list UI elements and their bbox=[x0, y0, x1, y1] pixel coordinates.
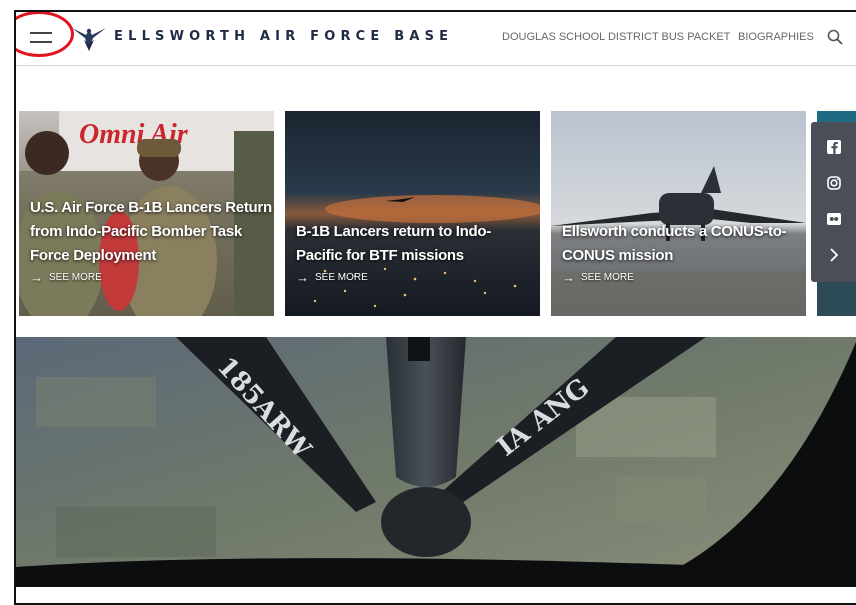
news-card-1[interactable]: Omni Air U.S. Air Force B-1B Lancers Ret… bbox=[19, 111, 274, 316]
card-1-title[interactable]: U.S. Air Force B-1B Lancers Return from … bbox=[30, 196, 272, 268]
facebook-icon[interactable] bbox=[825, 138, 843, 156]
hamburger-menu-icon[interactable] bbox=[30, 28, 52, 46]
search-icon[interactable] bbox=[826, 28, 844, 46]
arrow-right-icon: → bbox=[296, 269, 309, 285]
social-share-bar bbox=[811, 122, 856, 282]
instagram-icon[interactable] bbox=[825, 174, 843, 192]
card-3-photo bbox=[551, 111, 806, 316]
card-3-see-more-link[interactable]: → SEE MORE bbox=[562, 269, 634, 285]
see-more-label: SEE MORE bbox=[315, 272, 368, 283]
flickr-icon[interactable] bbox=[825, 210, 843, 228]
site-title[interactable]: ELLSWORTH AIR FORCE BASE bbox=[114, 29, 453, 44]
air-force-logo[interactable] bbox=[72, 24, 106, 52]
card-3-title[interactable]: Ellsworth conducts a CONUS-to- CONUS mis… bbox=[562, 220, 787, 268]
arrow-right-icon: → bbox=[562, 269, 575, 285]
nav-link-bus-packet[interactable]: DOUGLAS SCHOOL DISTRICT BUS PACKET bbox=[502, 31, 730, 43]
card-1-title-line: U.S. Air Force B-1B Lancers Return bbox=[30, 199, 272, 216]
card-3-title-line: Ellsworth conducts a CONUS-to- bbox=[562, 223, 787, 240]
card-1-title-line: from Indo-Pacific Bomber Task bbox=[30, 223, 242, 240]
card-2-title[interactable]: B-1B Lancers return to Indo- Pacific for… bbox=[296, 220, 491, 268]
card-2-photo bbox=[285, 111, 540, 316]
card-2-title-line: B-1B Lancers return to Indo- bbox=[296, 223, 491, 240]
news-card-3[interactable]: Ellsworth conducts a CONUS-to- CONUS mis… bbox=[551, 111, 806, 316]
card-2-title-line: Pacific for BTF missions bbox=[296, 247, 464, 264]
see-more-label: SEE MORE bbox=[581, 272, 634, 283]
chevron-right-icon[interactable] bbox=[825, 246, 843, 264]
hero-image: 185ARW IA ANG bbox=[16, 337, 856, 587]
card-1-title-line: Force Deployment bbox=[30, 247, 157, 264]
news-card-2[interactable]: B-1B Lancers return to Indo- Pacific for… bbox=[285, 111, 540, 316]
browser-viewport: ELLSWORTH AIR FORCE BASE DOUGLAS SCHOOL … bbox=[14, 10, 856, 605]
nav-link-biographies[interactable]: BIOGRAPHIES bbox=[738, 31, 814, 43]
card-1-see-more-link[interactable]: → SEE MORE bbox=[30, 269, 102, 285]
card-2-see-more-link[interactable]: → SEE MORE bbox=[296, 269, 368, 285]
site-header: ELLSWORTH AIR FORCE BASE DOUGLAS SCHOOL … bbox=[16, 12, 856, 66]
see-more-label: SEE MORE bbox=[49, 272, 102, 283]
card-3-title-line: CONUS mission bbox=[562, 247, 674, 264]
arrow-right-icon: → bbox=[30, 269, 43, 285]
hero-refueling-photo: 185ARW IA ANG bbox=[16, 337, 856, 587]
